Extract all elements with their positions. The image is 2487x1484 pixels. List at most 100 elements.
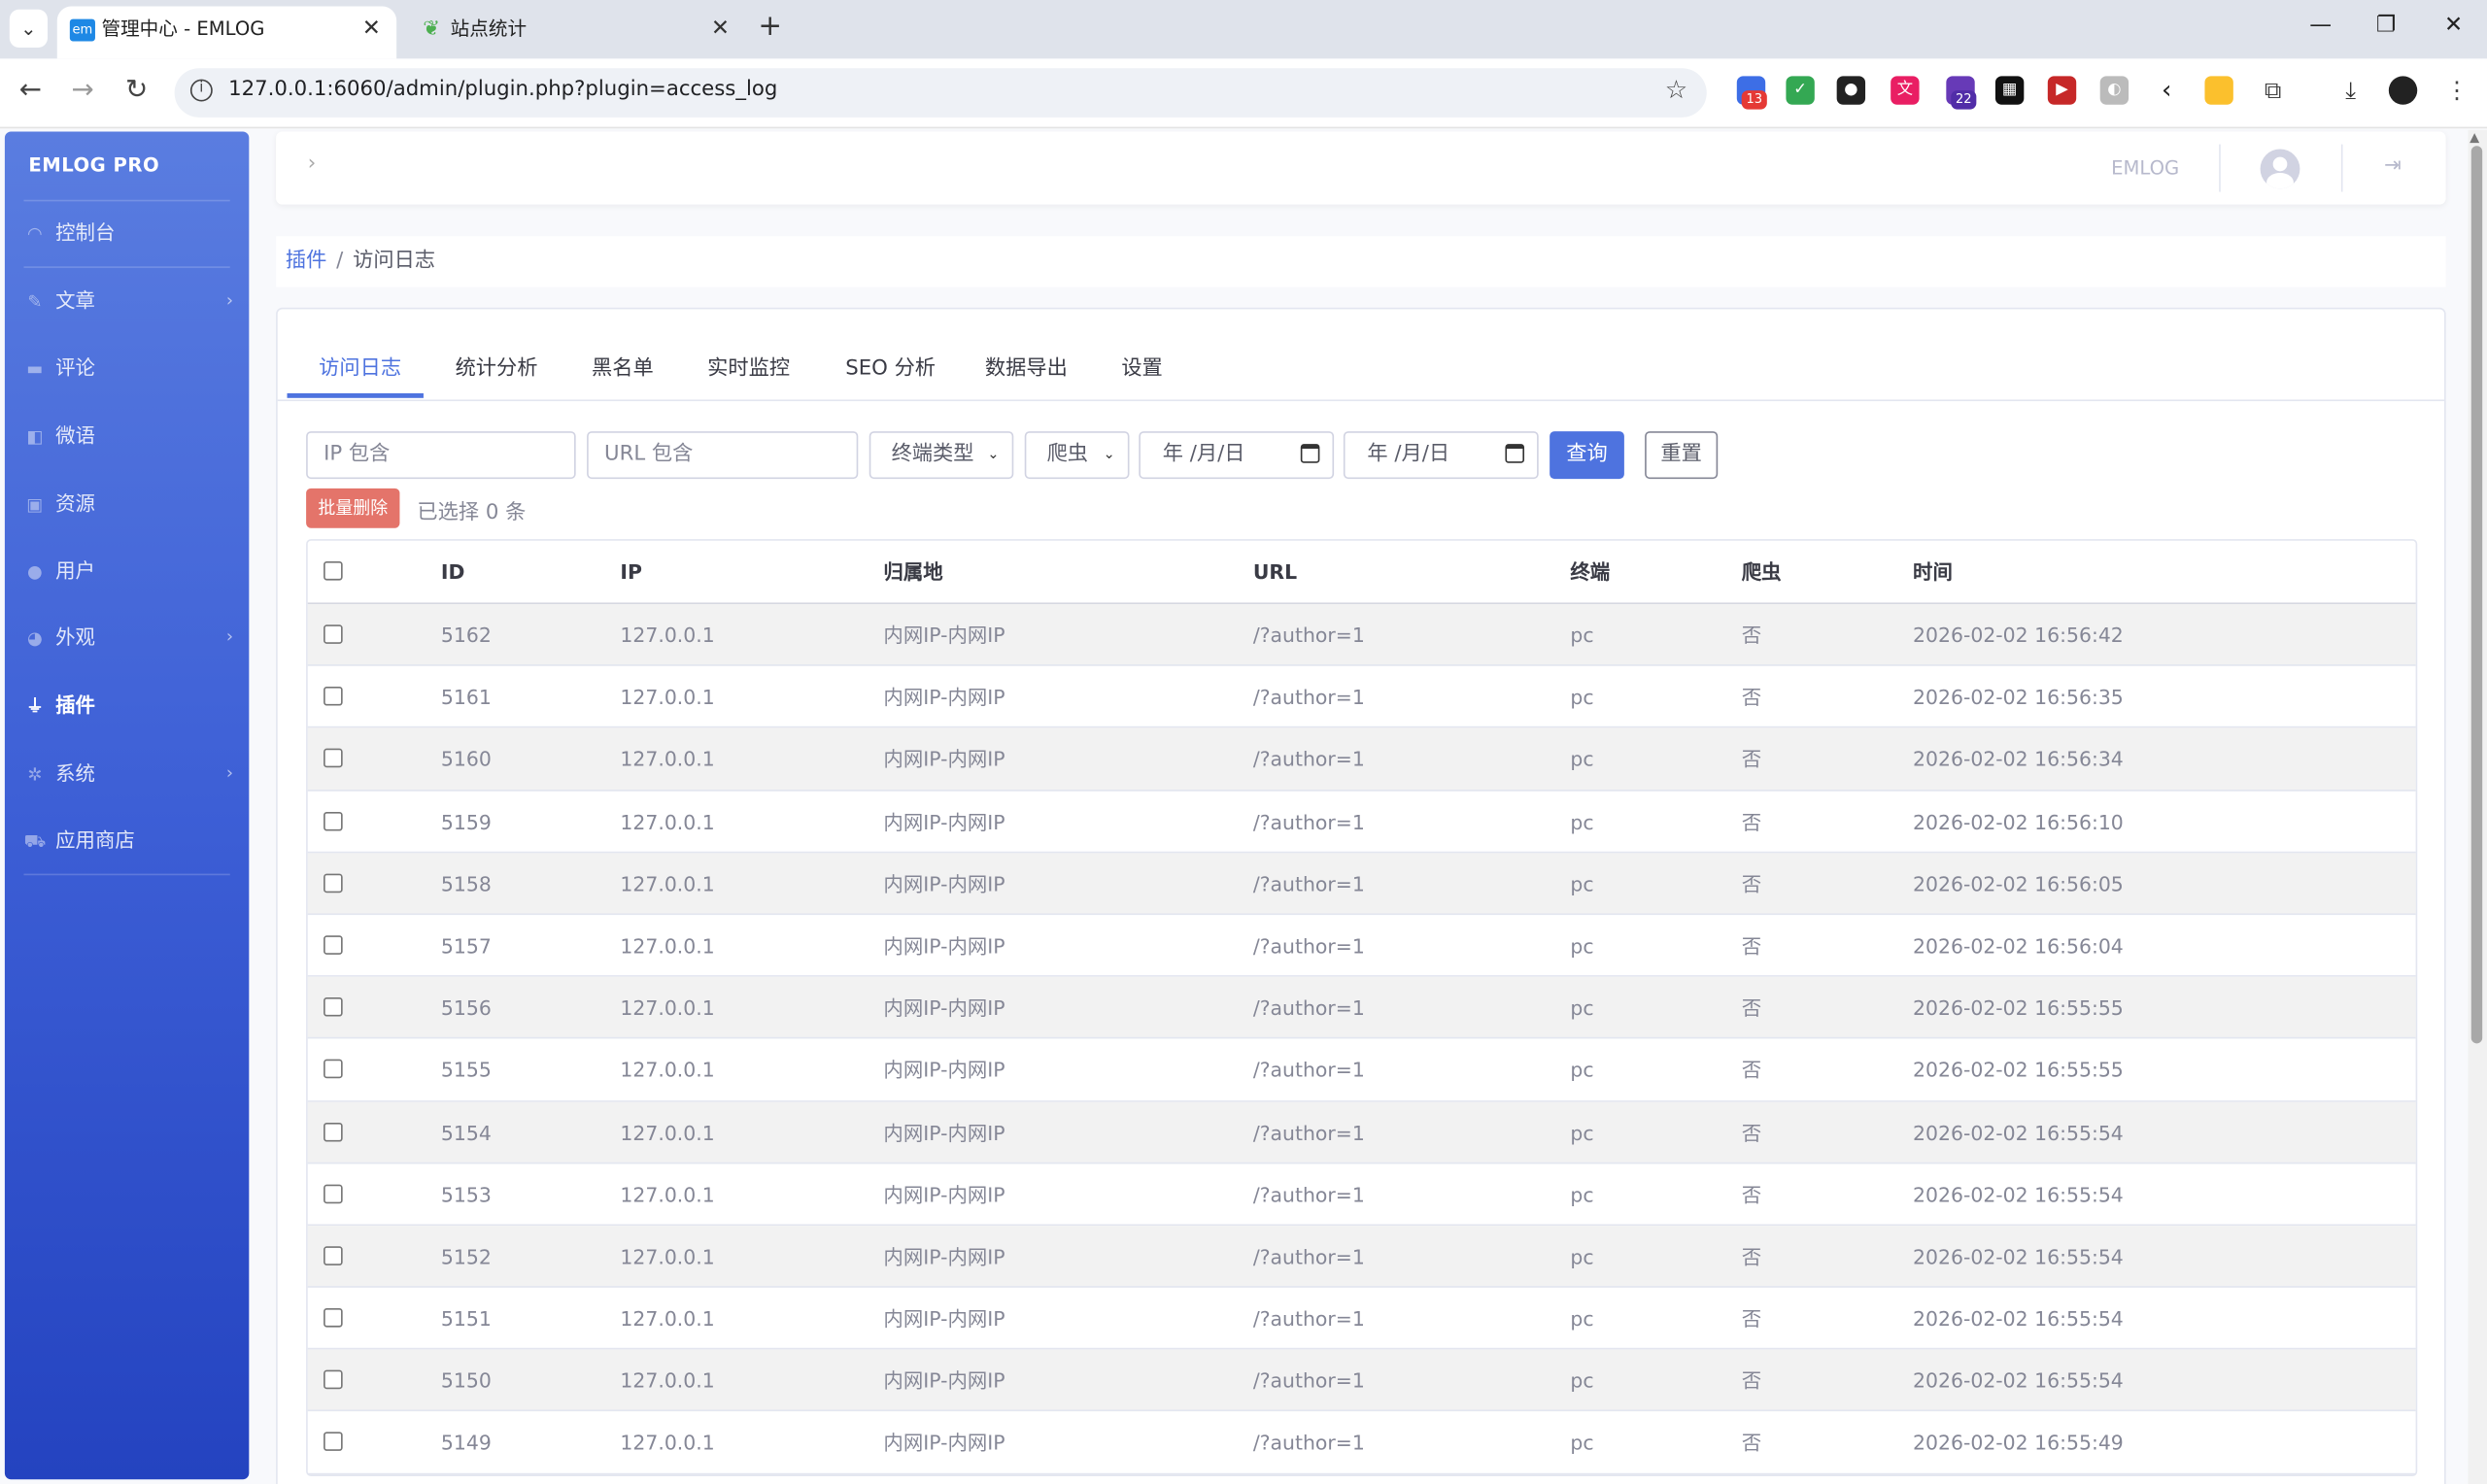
device-type-select[interactable]: 终端类型 ⌄ <box>869 431 1014 480</box>
column-header-time[interactable]: 时间 <box>1913 541 1953 604</box>
query-button[interactable]: 查询 <box>1550 431 1624 480</box>
sidebar-item-comments[interactable]: ▬ 评论 <box>23 352 233 384</box>
download-icon[interactable]: ⤓ <box>2336 76 2365 104</box>
sidebar-toggle-chevron-icon[interactable]: › <box>308 152 316 176</box>
tab-access-log[interactable]: 访问日志 <box>319 351 401 380</box>
address-bar[interactable]: i 127.0.0.1:6060/admin/plugin.php?plugin… <box>174 68 1707 118</box>
column-header-ip[interactable]: IP <box>620 541 642 604</box>
plugin-tabs: 访问日志 统计分析 黑名单 实时监控 SEO 分析 数据导出 设置 <box>277 309 2444 402</box>
restore-icon[interactable]: ❐ <box>2376 13 2397 38</box>
minimize-icon[interactable]: — <box>2309 13 2332 38</box>
column-header-url[interactable]: URL <box>1253 541 1297 604</box>
calendar-icon[interactable] <box>1505 444 1525 463</box>
tab-seo-analysis[interactable]: SEO 分析 <box>845 351 936 380</box>
column-header-bot[interactable]: 爬虫 <box>1742 541 1782 604</box>
page-scrollbar[interactable]: ▲ <box>2468 129 2487 1484</box>
cell-id: 5154 <box>440 1120 492 1144</box>
shield-extension-icon[interactable]: ✓ <box>1786 76 1815 105</box>
row-checkbox[interactable] <box>324 1433 343 1452</box>
sidebar-item-dashboard[interactable]: ◠ 控制台 <box>23 218 233 250</box>
sidebar-item-appearance[interactable]: ◕ 外观 › <box>23 622 233 654</box>
url-filter-input[interactable]: URL 包含 <box>587 431 859 480</box>
row-checkbox[interactable] <box>324 1122 343 1141</box>
logout-icon[interactable]: ⇥ <box>2384 153 2402 177</box>
row-checkbox[interactable] <box>324 935 343 955</box>
reset-button[interactable]: 重置 <box>1645 431 1719 480</box>
tab-data-export[interactable]: 数据导出 <box>985 351 1068 380</box>
browser-tab-stats[interactable]: ❦ 站点统计 ✕ <box>406 7 745 59</box>
column-header-device[interactable]: 终端 <box>1570 541 1610 604</box>
sidebar-item-users[interactable]: ● 用户 <box>23 555 233 587</box>
extension-icon[interactable]: ◐ <box>2099 76 2129 105</box>
extension-icon[interactable]: ▶ <box>2047 76 2077 105</box>
extension-icon[interactable]: ▦ <box>1994 76 2025 105</box>
row-checkbox[interactable] <box>324 749 343 768</box>
window-close-icon[interactable]: ✕ <box>2444 13 2463 38</box>
back-icon[interactable]: ← <box>19 75 42 107</box>
tab-settings[interactable]: 设置 <box>1121 351 1162 380</box>
cell-bot: 否 <box>1741 1120 1762 1144</box>
sidebar-item-system[interactable]: ✲ 系统 › <box>23 758 233 790</box>
brand-logo[interactable]: EMLOG PRO <box>28 153 159 176</box>
browser-tab-admin[interactable]: em 管理中心 - EMLOG ✕ <box>56 6 397 59</box>
date-to-input[interactable]: 年 /月/日 <box>1343 431 1539 480</box>
reload-icon[interactable]: ↻ <box>125 75 148 107</box>
row-checkbox[interactable] <box>324 624 343 644</box>
puzzle-icon[interactable]: ⧉ <box>2259 76 2287 104</box>
row-checkbox[interactable] <box>324 1308 343 1328</box>
forward-icon[interactable]: → <box>71 75 93 107</box>
profile-avatar-icon[interactable] <box>2388 76 2418 105</box>
extension-icon[interactable] <box>2204 76 2233 105</box>
row-checkbox[interactable] <box>324 687 343 706</box>
device-type-value: 终端类型 <box>891 442 974 467</box>
tab-realtime-monitor[interactable]: 实时监控 <box>707 351 790 380</box>
close-tab-icon[interactable]: ✕ <box>362 7 381 52</box>
tab-search-chevron-icon[interactable]: ⌄ <box>9 9 48 48</box>
cell-device: pc <box>1570 685 1594 710</box>
row-checkbox[interactable] <box>324 873 343 893</box>
site-info-icon[interactable]: i <box>189 79 213 102</box>
new-tab-icon[interactable]: + <box>758 10 782 43</box>
row-checkbox[interactable] <box>324 1184 343 1203</box>
extension-icon[interactable]: ● <box>1836 76 1866 105</box>
sidebar-item-notes[interactable]: ◧ 微语 <box>23 421 233 453</box>
close-tab-icon[interactable]: ✕ <box>711 7 730 52</box>
extension-icon[interactable]: ‹ <box>2153 76 2181 104</box>
selected-count-text: 已选择 0 条 <box>417 500 527 525</box>
sidebar-item-plugins[interactable]: ⏚ 插件 <box>23 690 233 722</box>
sidebar-item-articles[interactable]: ✎ 文章 › <box>23 286 233 318</box>
scroll-up-arrow-icon[interactable]: ▲ <box>2470 130 2479 145</box>
cell-ip: 127.0.0.1 <box>620 1368 715 1393</box>
menu-dots-icon[interactable]: ⋮ <box>2442 76 2470 104</box>
bookmark-star-icon[interactable]: ☆ <box>1665 75 1687 105</box>
breadcrumb-plugins-link[interactable]: 插件 <box>286 249 326 272</box>
sidebar-item-label: 文章 <box>55 288 95 313</box>
column-header-id[interactable]: ID <box>441 541 465 604</box>
cell-location: 内网IP-内网IP <box>883 933 1005 959</box>
scrollbar-thumb[interactable] <box>2470 146 2483 1044</box>
row-checkbox[interactable] <box>324 997 343 1017</box>
user-avatar[interactable] <box>2260 149 2300 189</box>
sidebar-item-store[interactable]: ⛟ 应用商店 <box>23 825 233 857</box>
row-checkbox[interactable] <box>324 1060 343 1079</box>
chevron-right-icon: › <box>225 762 234 784</box>
date-from-input[interactable]: 年 /月/日 <box>1139 431 1335 480</box>
column-header-location[interactable]: 归属地 <box>883 541 942 604</box>
sidebar-item-media[interactable]: ▣ 资源 <box>23 489 233 521</box>
table-row: 5152 127.0.0.1 内网IP-内网IP /?author=1 pc 否 2026-… <box>307 1225 2416 1288</box>
bulk-delete-button[interactable]: 批量删除 <box>306 488 400 528</box>
tab-statistics[interactable]: 统计分析 <box>456 351 538 380</box>
calendar-icon[interactable] <box>1300 444 1320 463</box>
tab-blacklist[interactable]: 黑名单 <box>592 351 654 380</box>
cell-time: 2026-02-02 16:56:34 <box>1913 747 2124 772</box>
cell-ip: 127.0.0.1 <box>620 1244 715 1268</box>
select-all-checkbox[interactable] <box>324 560 343 581</box>
ip-filter-input[interactable]: IP 包含 <box>306 431 576 480</box>
row-checkbox[interactable] <box>324 811 343 830</box>
row-checkbox[interactable] <box>324 1246 343 1265</box>
site-name-link[interactable]: EMLOG <box>2111 157 2179 180</box>
row-checkbox[interactable] <box>324 1370 343 1390</box>
bot-select[interactable]: 爬虫 ⌄ <box>1024 431 1130 480</box>
translate-extension-icon[interactable]: 文 <box>1891 76 1920 105</box>
cell-device: pc <box>1570 1058 1594 1083</box>
